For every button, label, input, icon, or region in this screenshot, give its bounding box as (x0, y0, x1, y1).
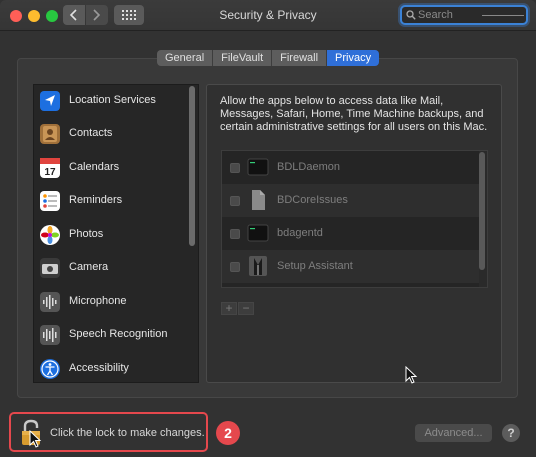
photos-flower-icon (40, 225, 60, 245)
camera-icon (40, 258, 60, 278)
tab-bar: General FileVault Firewall Privacy (157, 50, 380, 66)
sidebar-item-contacts[interactable]: Contacts (34, 118, 190, 151)
title-bar: Security & Privacy (0, 0, 536, 31)
sidebar-item-label: Calendars (69, 161, 120, 173)
sidebar-item-label: Reminders (69, 194, 123, 206)
tab-privacy[interactable]: Privacy (327, 50, 380, 66)
sidebar-item-reminders[interactable]: Reminders (34, 185, 190, 218)
sidebar-item-label: Contacts (69, 127, 113, 139)
sidebar-scrollbar[interactable] (189, 86, 195, 246)
search-icon (406, 10, 416, 20)
privacy-description: Allow the apps below to access data like… (220, 95, 488, 133)
help-button[interactable]: ? (502, 424, 520, 442)
sidebar-item-label: Accessibility (69, 362, 129, 374)
location-arrow-icon (40, 91, 60, 111)
app-row-bdldaemon[interactable]: BDLDaemon (222, 151, 479, 184)
app-checkbox[interactable] (230, 196, 240, 206)
sidebar-item-photos[interactable]: Photos (34, 219, 190, 252)
sidebar-item-label: Microphone (69, 295, 127, 307)
terminal-exec-icon (247, 156, 269, 178)
accessibility-icon (40, 359, 60, 379)
calendar-day: 17 (44, 167, 56, 178)
app-row-setup-assistant[interactable]: Setup Assistant (222, 250, 479, 283)
app-checkbox[interactable] (230, 229, 240, 239)
app-name: BDLDaemon (277, 161, 340, 173)
lock-instruction-text: Click the lock to make changes. (50, 427, 205, 439)
privacy-category-list[interactable]: Location Services Contacts 17 Calendars (33, 84, 199, 383)
add-app-button[interactable]: + (221, 302, 237, 315)
sidebar-item-microphone[interactable]: Microphone (34, 286, 190, 319)
app-list[interactable]: BDLDaemon BDCoreIssues bdagentd Setup As… (221, 150, 488, 288)
app-checkbox[interactable] (230, 262, 240, 272)
tab-firewall[interactable]: Firewall (272, 50, 328, 66)
app-row-bdcoreissues[interactable]: BDCoreIssues (222, 184, 479, 217)
app-checkbox[interactable] (230, 163, 240, 173)
sidebar-item-camera[interactable]: Camera (34, 252, 190, 285)
app-row-partial (222, 283, 479, 288)
sidebar-item-label: Speech Recognition (69, 328, 168, 340)
sidebar-item-label: Photos (69, 228, 104, 240)
app-name: bdagentd (277, 227, 323, 239)
remove-app-button[interactable]: − (238, 302, 254, 315)
contacts-book-icon (40, 124, 60, 144)
calendar-icon: 17 (40, 158, 60, 178)
sidebar-item-label: Location Services (69, 94, 156, 106)
security-privacy-window: Security & Privacy General FileVault Fir… (0, 0, 536, 457)
app-icon-partial (247, 287, 269, 288)
microphone-waveform-icon (40, 292, 60, 312)
step-badge: 2 (216, 421, 240, 445)
advanced-button[interactable]: Advanced... (415, 424, 492, 442)
setup-assistant-tuxedo-icon (247, 255, 269, 277)
sidebar-item-label: Camera (69, 261, 109, 273)
sidebar-item-location-services[interactable]: Location Services (34, 85, 190, 118)
app-name: BDCoreIssues (277, 194, 348, 206)
document-icon (247, 189, 269, 211)
mouse-pointer-icon (405, 366, 418, 384)
speech-waveform-icon (40, 325, 60, 345)
mouse-pointer-icon (29, 430, 42, 448)
app-row-bdagentd[interactable]: bdagentd (222, 217, 479, 250)
reminders-list-icon (40, 191, 60, 211)
app-name: Setup Assistant (277, 260, 353, 272)
app-list-scrollbar[interactable] (479, 152, 485, 270)
search-underline (482, 15, 524, 16)
sidebar-item-calendars[interactable]: 17 Calendars (34, 152, 190, 185)
sidebar-item-speech-recognition[interactable]: Speech Recognition (34, 319, 190, 352)
tab-general[interactable]: General (157, 50, 214, 66)
tab-filevault[interactable]: FileVault (213, 50, 273, 66)
terminal-exec-icon (247, 222, 269, 244)
sidebar-item-accessibility[interactable]: Accessibility (34, 353, 190, 382)
